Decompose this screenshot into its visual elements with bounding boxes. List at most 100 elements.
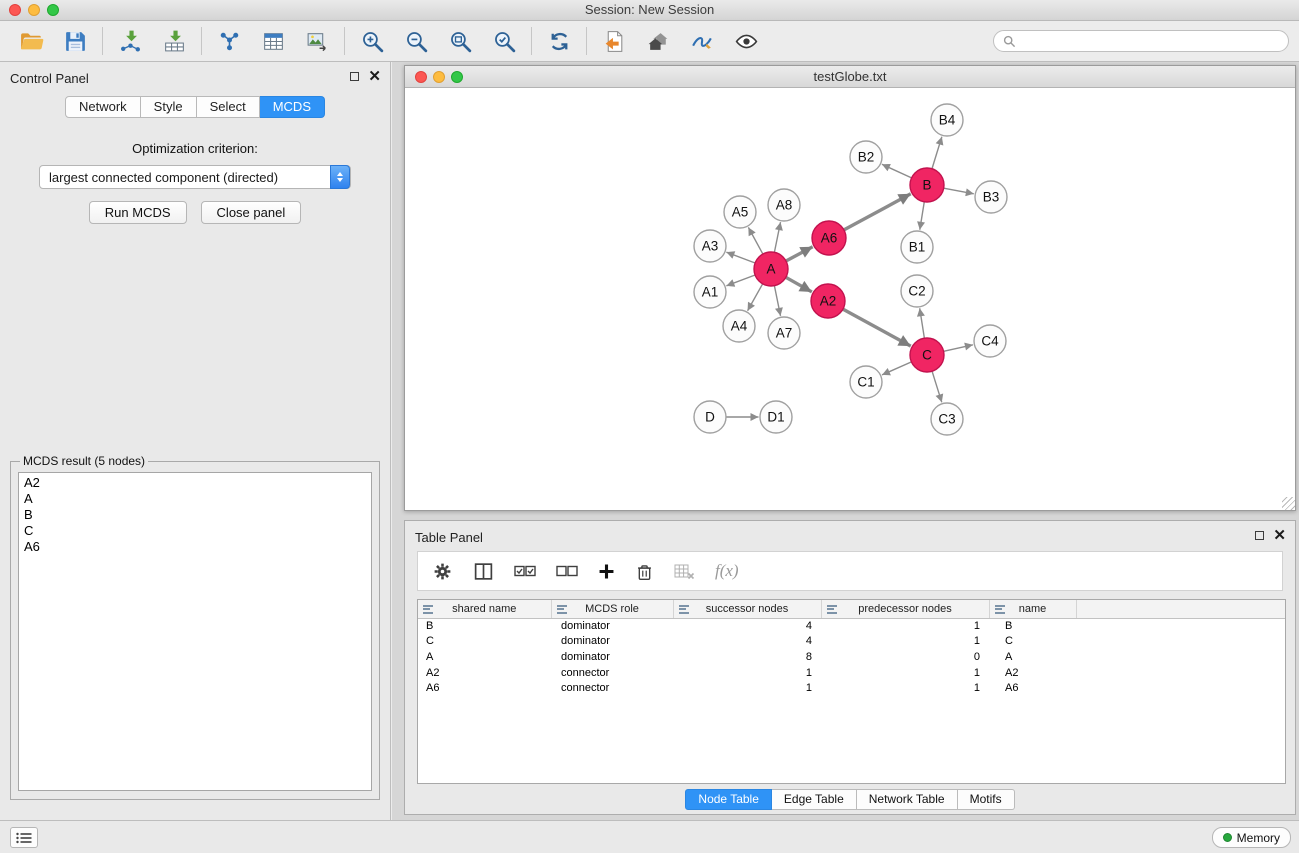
graph-node-C2[interactable]: C2 [901, 275, 933, 307]
mcds-result-item[interactable]: A [24, 491, 366, 507]
graph-edge-A6-B[interactable] [844, 194, 911, 230]
graph-node-A4[interactable]: A4 [723, 310, 755, 342]
open-file-button[interactable] [16, 26, 46, 56]
apply-layout-button[interactable] [544, 26, 574, 56]
graph-node-A8[interactable]: A8 [768, 189, 800, 221]
zoom-selected-button[interactable] [489, 26, 519, 56]
delete-table-button[interactable] [674, 559, 695, 583]
graph-edge-C-C1[interactable] [882, 362, 911, 375]
column-header-successor-nodes[interactable]: successor nodes [673, 600, 821, 618]
column-header-name[interactable]: name [989, 600, 1076, 618]
table-cell[interactable]: 4 [673, 618, 821, 634]
graph-node-A5[interactable]: A5 [724, 196, 756, 228]
table-cell[interactable]: A6 [418, 680, 551, 696]
tab-motifs[interactable]: Motifs [958, 789, 1015, 810]
tab-node-table[interactable]: Node Table [685, 789, 772, 810]
graph-edge-A-A2[interactable] [786, 277, 812, 292]
table-settings-button[interactable] [432, 559, 453, 583]
graph-edge-C-C4[interactable] [944, 345, 973, 352]
table-cell[interactable]: A [989, 649, 1076, 665]
graph-node-D[interactable]: D [694, 401, 726, 433]
graph-node-B3[interactable]: B3 [975, 181, 1007, 213]
network-canvas[interactable]: AA1A2A3A4A5A6A7A8BB1B2B3B4CC1C2C3C4DD1 [405, 88, 1295, 510]
graph-edge-A-A3[interactable] [726, 252, 755, 263]
tab-mcds[interactable]: MCDS [260, 96, 325, 118]
table-cell[interactable]: C [989, 634, 1076, 650]
graph-node-A7[interactable]: A7 [768, 317, 800, 349]
table-cell[interactable]: dominator [551, 649, 673, 665]
zoom-network-window-button[interactable] [451, 71, 463, 83]
graph-edge-C-C3[interactable] [932, 371, 942, 402]
close-panel-button[interactable]: Close panel [201, 201, 302, 224]
graph-node-C1[interactable]: C1 [850, 366, 882, 398]
mcds-result-list[interactable]: A2ABCA6 [18, 472, 372, 791]
graph-node-A2[interactable]: A2 [811, 284, 845, 318]
add-column-button[interactable] [598, 559, 615, 583]
graph-edge-A-A4[interactable] [748, 284, 763, 311]
new-network-button[interactable] [214, 26, 244, 56]
graph-node-D1[interactable]: D1 [760, 401, 792, 433]
column-header-mcds-role[interactable]: MCDS role [551, 600, 673, 618]
run-mcds-button[interactable]: Run MCDS [89, 201, 187, 224]
minimize-network-window-button[interactable] [433, 71, 445, 83]
graph-node-A[interactable]: A [754, 252, 788, 286]
show-details-button[interactable] [731, 26, 761, 56]
task-history-button[interactable] [10, 827, 38, 848]
mcds-result-item[interactable]: B [24, 507, 366, 523]
column-header-predecessor-nodes[interactable]: predecessor nodes [821, 600, 989, 618]
tab-edge-table[interactable]: Edge Table [772, 789, 857, 810]
zoom-out-button[interactable] [401, 26, 431, 56]
graph-edge-B-B2[interactable] [882, 164, 912, 178]
show-columns-button[interactable] [473, 559, 494, 583]
table-cell[interactable]: 1 [673, 680, 821, 696]
table-cell[interactable]: 1 [821, 634, 989, 650]
table-row[interactable]: Adominator80A [418, 649, 1285, 665]
table-cell[interactable]: 8 [673, 649, 821, 665]
graph-node-C[interactable]: C [910, 338, 944, 372]
network-table-button[interactable] [258, 26, 288, 56]
memory-button[interactable]: Memory [1212, 827, 1291, 848]
search-input[interactable] [1022, 34, 1279, 49]
graph-edge-A-A5[interactable] [748, 227, 763, 254]
first-neighbors-button[interactable] [643, 26, 673, 56]
float-panel-icon[interactable] [350, 72, 359, 81]
table-cell[interactable]: 1 [673, 665, 821, 681]
close-table-panel-icon[interactable]: ✕ [1273, 530, 1286, 541]
graph-node-B4[interactable]: B4 [931, 104, 963, 136]
graph-edge-B-B1[interactable] [920, 202, 925, 230]
save-session-button[interactable] [60, 26, 90, 56]
graph-edge-A-A8[interactable] [774, 222, 780, 252]
table-row[interactable]: Bdominator41B [418, 618, 1285, 634]
select-all-button[interactable] [514, 559, 536, 583]
graph-node-C4[interactable]: C4 [974, 325, 1006, 357]
table-cell[interactable]: 1 [821, 665, 989, 681]
table-cell[interactable]: dominator [551, 618, 673, 634]
table-cell[interactable]: connector [551, 680, 673, 696]
tab-style[interactable]: Style [141, 96, 197, 118]
minimize-window-button[interactable] [28, 4, 40, 16]
graph-node-A6[interactable]: A6 [812, 221, 846, 255]
table-row[interactable]: A2connector11A2 [418, 665, 1285, 681]
deselect-all-button[interactable] [556, 559, 578, 583]
table-cell[interactable]: 0 [821, 649, 989, 665]
tab-network[interactable]: Network [65, 96, 141, 118]
network-window-titlebar[interactable]: testGlobe.txt [405, 66, 1295, 88]
tab-network-table[interactable]: Network Table [857, 789, 958, 810]
graph-edge-B-B4[interactable] [932, 137, 942, 169]
graph-node-B1[interactable]: B1 [901, 231, 933, 263]
graph-edge-A-A1[interactable] [726, 275, 755, 286]
network-graph[interactable]: AA1A2A3A4A5A6A7A8BB1B2B3B4CC1C2C3C4DD1 [405, 88, 1295, 510]
graph-node-C3[interactable]: C3 [931, 403, 963, 435]
import-table-button[interactable] [159, 26, 189, 56]
table-cell[interactable]: A2 [989, 665, 1076, 681]
table-cell[interactable]: A6 [989, 680, 1076, 696]
mcds-result-item[interactable]: A2 [24, 475, 366, 491]
zoom-window-button[interactable] [47, 4, 59, 16]
tab-select[interactable]: Select [197, 96, 260, 118]
mcds-result-item[interactable]: C [24, 523, 366, 539]
graph-edge-A-A6[interactable] [786, 247, 813, 261]
optimization-dropdown[interactable]: largest connected component (directed) [39, 165, 351, 189]
table-cell[interactable]: B [418, 618, 551, 634]
table-cell[interactable]: B [989, 618, 1076, 634]
import-network-button[interactable] [115, 26, 145, 56]
